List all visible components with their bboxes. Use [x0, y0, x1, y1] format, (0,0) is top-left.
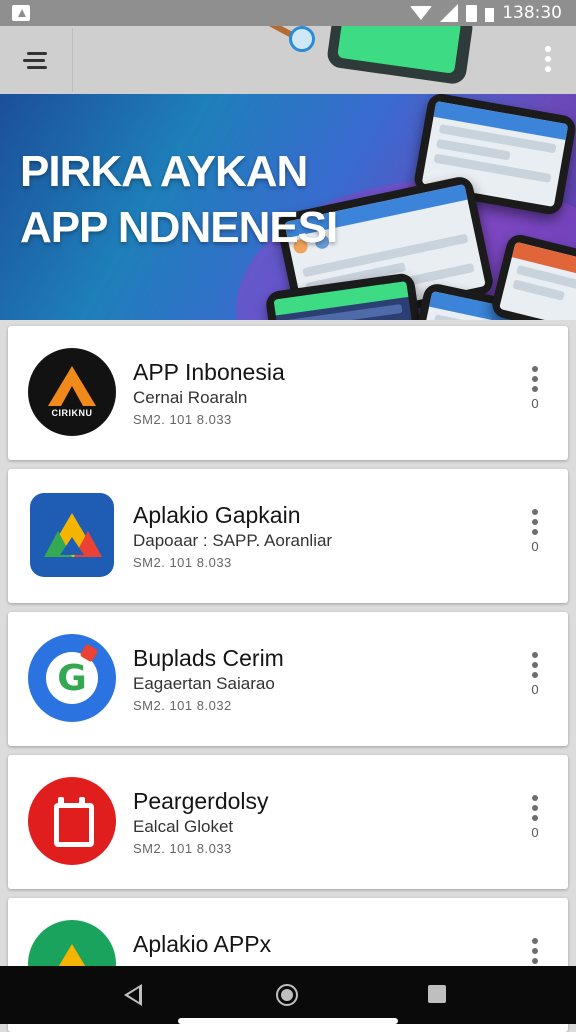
app-meta: SM2. 101 8.033 [133, 555, 232, 570]
app-icon: G [28, 634, 116, 722]
signal-icon [440, 4, 459, 22]
battery-icon [466, 4, 478, 22]
home-icon[interactable] [276, 984, 298, 1006]
phone-illustration [325, 26, 475, 86]
item-count: 0 [531, 825, 539, 840]
item-overflow-button[interactable]: 0 [530, 795, 540, 840]
app-subtitle: Dapoaar : SAPP. Aoranliar [133, 531, 333, 550]
app-title: APP Inbonesia [133, 359, 285, 385]
hero-banner[interactable]: PIRKA AYKAN APP NDNENESI [0, 94, 576, 320]
app-meta: SM2. 101 8.033 [133, 841, 232, 856]
menu-button[interactable] [0, 28, 73, 92]
battery-secondary-icon [485, 7, 495, 22]
hero-title: PIRKA AYKAN APP NDNENESI [20, 147, 338, 252]
status-bar: 138:30 [0, 0, 576, 26]
item-count: 0 [531, 396, 539, 411]
app-title: Buplads Cerim [133, 645, 284, 671]
app-bar [0, 26, 576, 94]
list-item[interactable]: Aplakio Gapkain Dapoaar : SAPP. Aoranlia… [8, 469, 568, 603]
item-overflow-button[interactable] [530, 938, 540, 968]
list-item[interactable]: Peargerdolsy Ealcal Gloket SM2. 101 8.03… [8, 755, 568, 889]
item-overflow-button[interactable]: 0 [530, 652, 540, 697]
list-item[interactable]: CIRIKNU APP Inbonesia Cernai Roaraln SM2… [8, 326, 568, 460]
recent-apps-icon[interactable] [428, 985, 446, 1003]
app-title: Aplakio APPx [133, 931, 272, 957]
item-count: 0 [531, 682, 539, 697]
navigation-bar [0, 966, 576, 1024]
app-subtitle: Ealcal Gloket [133, 817, 234, 836]
g-logo-icon: G [28, 634, 116, 722]
app-subtitle: Eagaertan Saiarao [133, 674, 275, 693]
app-icon [28, 777, 116, 865]
wifi-icon [410, 6, 433, 20]
item-count: 0 [531, 539, 539, 554]
app-meta: SM2. 101 8.033 [133, 412, 232, 427]
back-icon[interactable] [124, 984, 142, 1006]
drive-logo-icon [30, 493, 114, 577]
app-meta: SM2. 101 8.032 [133, 698, 232, 713]
list-item[interactable]: G Buplads Cerim Eagaertan Saiarao SM2. 1… [8, 612, 568, 746]
logo-label: CIRIKNU [51, 408, 93, 418]
phone-illustration [489, 231, 576, 320]
status-time: 138:30 [502, 3, 562, 23]
item-overflow-button[interactable]: 0 [530, 509, 540, 554]
app-subtitle: Cernai Roaraln [133, 388, 248, 407]
gesture-handle[interactable] [178, 1018, 398, 1024]
app-icon [28, 491, 116, 579]
notification-app-icon [12, 5, 30, 21]
magnifier-illustration [255, 26, 315, 52]
app-title: Aplakio Gapkain [133, 502, 301, 528]
menu-icon [23, 50, 49, 70]
item-overflow-button[interactable]: 0 [530, 366, 540, 411]
overflow-menu-button[interactable] [542, 46, 554, 76]
app-title: Peargerdolsy [133, 788, 269, 814]
app-icon: CIRIKNU [28, 348, 116, 436]
black-triangle-logo-icon: CIRIKNU [28, 348, 116, 436]
calendar-logo-icon [28, 777, 116, 865]
